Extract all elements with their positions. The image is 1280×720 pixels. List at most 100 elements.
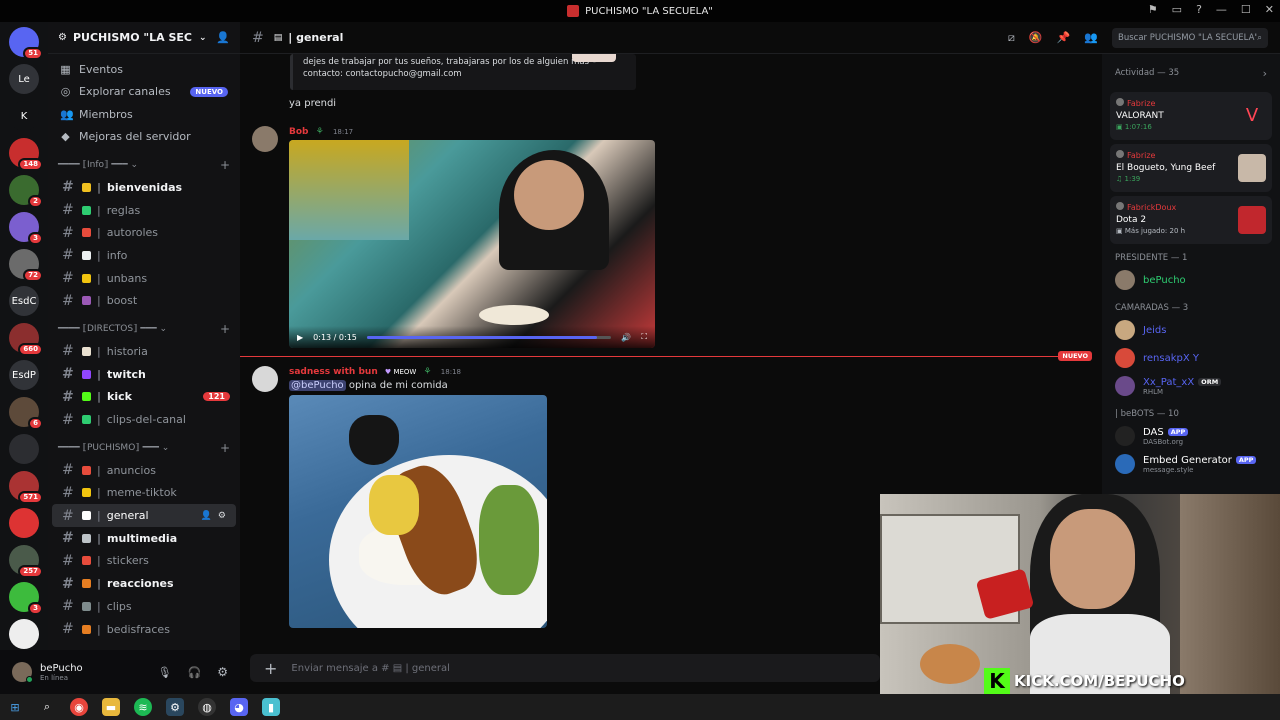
server-icon[interactable]: Le <box>9 64 39 94</box>
add-attachment-icon[interactable]: + <box>264 659 277 678</box>
file-explorer-icon[interactable]: ▬ <box>102 698 120 716</box>
threads-icon[interactable]: ⧄ <box>1008 31 1015 45</box>
settings-icon[interactable]: ⚙ <box>217 665 228 679</box>
channel-item[interactable]: # | stickers <box>52 550 236 573</box>
settings-icon[interactable]: ⚙ <box>218 511 226 521</box>
server-icon[interactable]: K <box>9 101 39 131</box>
server-icon[interactable]: 148 <box>9 138 43 171</box>
channel-item[interactable]: # | bedisfraces <box>52 618 236 641</box>
microphone-icon[interactable]: 🎙 <box>158 666 172 679</box>
server-icon[interactable] <box>9 434 39 464</box>
channel-item[interactable]: # | clips <box>52 595 236 618</box>
channel-category[interactable]: ━━━━ ⟦DIRECTOS⟧ ━━━ ⌄ + <box>48 318 240 340</box>
member-item[interactable]: bePucho <box>1102 266 1280 294</box>
member-item[interactable]: Embed Generator APP message.style <box>1102 450 1280 478</box>
message-composer[interactable]: + Enviar mensaje a # ▤ | general <box>250 654 880 682</box>
channel-item[interactable]: # | info <box>52 244 236 267</box>
windows-start-icon[interactable]: ⊞ <box>6 698 24 716</box>
member-item[interactable]: Jeids <box>1102 316 1280 344</box>
channel-item[interactable]: # | reglas <box>52 199 236 222</box>
channel-item[interactable]: # | general 👤 ⚙ <box>52 504 236 527</box>
add-channel-icon[interactable]: + <box>220 158 230 172</box>
monitor-icon[interactable]: ▭ <box>1172 3 1182 16</box>
channel-item[interactable]: # | twitch <box>52 363 236 386</box>
nav-item[interactable]: 👥 Miembros <box>48 103 240 126</box>
video-progress-bar[interactable] <box>366 335 612 339</box>
member-item[interactable]: DAS APP DASBot.org <box>1102 422 1280 450</box>
server-icon[interactable]: 3 <box>9 582 43 615</box>
headphones-icon[interactable]: 🎧 <box>188 666 202 679</box>
message-author[interactable]: Bob <box>289 127 309 137</box>
fullscreen-icon[interactable]: ⛶ <box>641 332 647 342</box>
help-icon[interactable]: ? <box>1196 3 1202 16</box>
app-icon[interactable]: ▮ <box>262 698 280 716</box>
channel-item[interactable]: # | kick 121 <box>52 386 236 409</box>
activity-user: Fabrize <box>1127 151 1156 160</box>
mention[interactable]: @bePucho <box>289 380 346 391</box>
hash-icon: # <box>62 552 74 569</box>
channel-item[interactable]: # | boost <box>52 289 236 312</box>
search-input[interactable]: Buscar PUCHISMO "LA SECUELA" ⌕ <box>1112 27 1268 48</box>
pin-icon[interactable]: 📌 <box>1057 31 1071 44</box>
game-art <box>1238 206 1266 234</box>
channel-item[interactable]: # | reacciones <box>52 572 236 595</box>
avatar[interactable] <box>12 662 33 683</box>
server-icon[interactable]: 571 <box>9 471 43 504</box>
volume-icon[interactable]: 🔊 <box>621 333 631 342</box>
server-icon[interactable]: 6 <box>9 397 43 430</box>
steam-icon[interactable]: ⚙ <box>166 698 184 716</box>
invite-icon[interactable]: 👤 <box>216 31 230 44</box>
nav-item[interactable]: ◆ Mejoras del servidor <box>48 126 240 149</box>
server-icon[interactable] <box>9 619 39 649</box>
nav-item[interactable]: ▦ Eventos <box>48 58 240 81</box>
server-icon[interactable]: 660 <box>9 323 43 356</box>
member-item[interactable]: rensakpX Y <box>1102 344 1280 372</box>
boost-icon: ◆ <box>61 130 70 144</box>
channel-item[interactable]: # | clips-del-canal <box>52 408 236 431</box>
add-channel-icon[interactable]: + <box>220 322 230 336</box>
nav-item[interactable]: ◎ Explorar canales NUEVO <box>48 81 240 104</box>
activity-card[interactable]: FabrickDoux Dota 2 ▣ Más jugado: 20 h <box>1110 196 1272 244</box>
server-icon[interactable]: EsdC <box>9 286 39 316</box>
channel-item[interactable]: # | historia <box>52 340 236 363</box>
chevron-right-icon[interactable]: › <box>1263 67 1267 80</box>
channel-item[interactable]: # | meme-tiktok <box>52 482 236 505</box>
close-button[interactable]: ✕ <box>1265 3 1274 16</box>
channel-item[interactable]: # | bienvenidas <box>52 176 236 199</box>
inbox-icon[interactable]: ⚑ <box>1148 3 1158 16</box>
video-player[interactable]: ▶ 0:13 / 0:15 🔊 ⛶ <box>289 140 655 348</box>
obs-icon[interactable]: ◍ <box>198 698 216 716</box>
avatar[interactable] <box>252 126 278 152</box>
channel-item[interactable]: # | autoroles <box>52 221 236 244</box>
server-icon[interactable]: EsdP <box>9 360 39 390</box>
channel-category[interactable]: ━━━━ ⟦PUCHISMO⟧ ━━━ ⌄ + <box>48 437 240 459</box>
member-item[interactable]: Xx_Pat_xX ORM RHLM <box>1102 372 1280 400</box>
guild-header[interactable]: ⚙ PUCHISMO "LA SECUELA" ⌄ 👤 <box>48 22 240 54</box>
channel-item[interactable]: # | multimedia <box>52 527 236 550</box>
activity-card[interactable]: Fabrize El Bogueto, Yung Beef ♫ 1:39 <box>1110 144 1272 192</box>
channel-category[interactable]: ━━━━ ⟦Info⟧ ━━━ ⌄ + <box>48 154 240 176</box>
server-icon[interactable] <box>9 508 39 538</box>
invite-icon[interactable]: 👤 <box>201 511 212 521</box>
members-icon[interactable]: 👥 <box>1084 31 1098 44</box>
minimize-button[interactable]: — <box>1216 3 1227 16</box>
channel-item[interactable]: # | anuncios <box>52 459 236 482</box>
add-channel-icon[interactable]: + <box>220 441 230 455</box>
server-icon[interactable]: 2 <box>9 175 43 208</box>
server-icon[interactable]: 72 <box>9 249 43 282</box>
activity-card[interactable]: Fabrize VALORANT ▣ 1:07:16 V <box>1110 92 1272 140</box>
search-icon[interactable]: ⌕ <box>38 698 56 716</box>
message-author[interactable]: sadness with bun <box>289 367 378 377</box>
discord-icon[interactable]: ◕ <box>230 698 248 716</box>
server-icon[interactable]: 3 <box>9 212 43 245</box>
spotify-icon[interactable]: ≋ <box>134 698 152 716</box>
channel-item[interactable]: # | unbans <box>52 267 236 290</box>
avatar[interactable] <box>252 366 278 392</box>
maximize-button[interactable]: ☐ <box>1241 3 1251 16</box>
image-attachment[interactable] <box>289 395 547 628</box>
mute-icon[interactable]: 🔕 <box>1029 31 1043 44</box>
chrome-icon[interactable]: ◉ <box>70 698 88 716</box>
server-icon[interactable]: 51 <box>9 27 43 60</box>
play-icon[interactable]: ▶ <box>297 333 303 342</box>
server-icon[interactable]: 257 <box>9 545 43 578</box>
